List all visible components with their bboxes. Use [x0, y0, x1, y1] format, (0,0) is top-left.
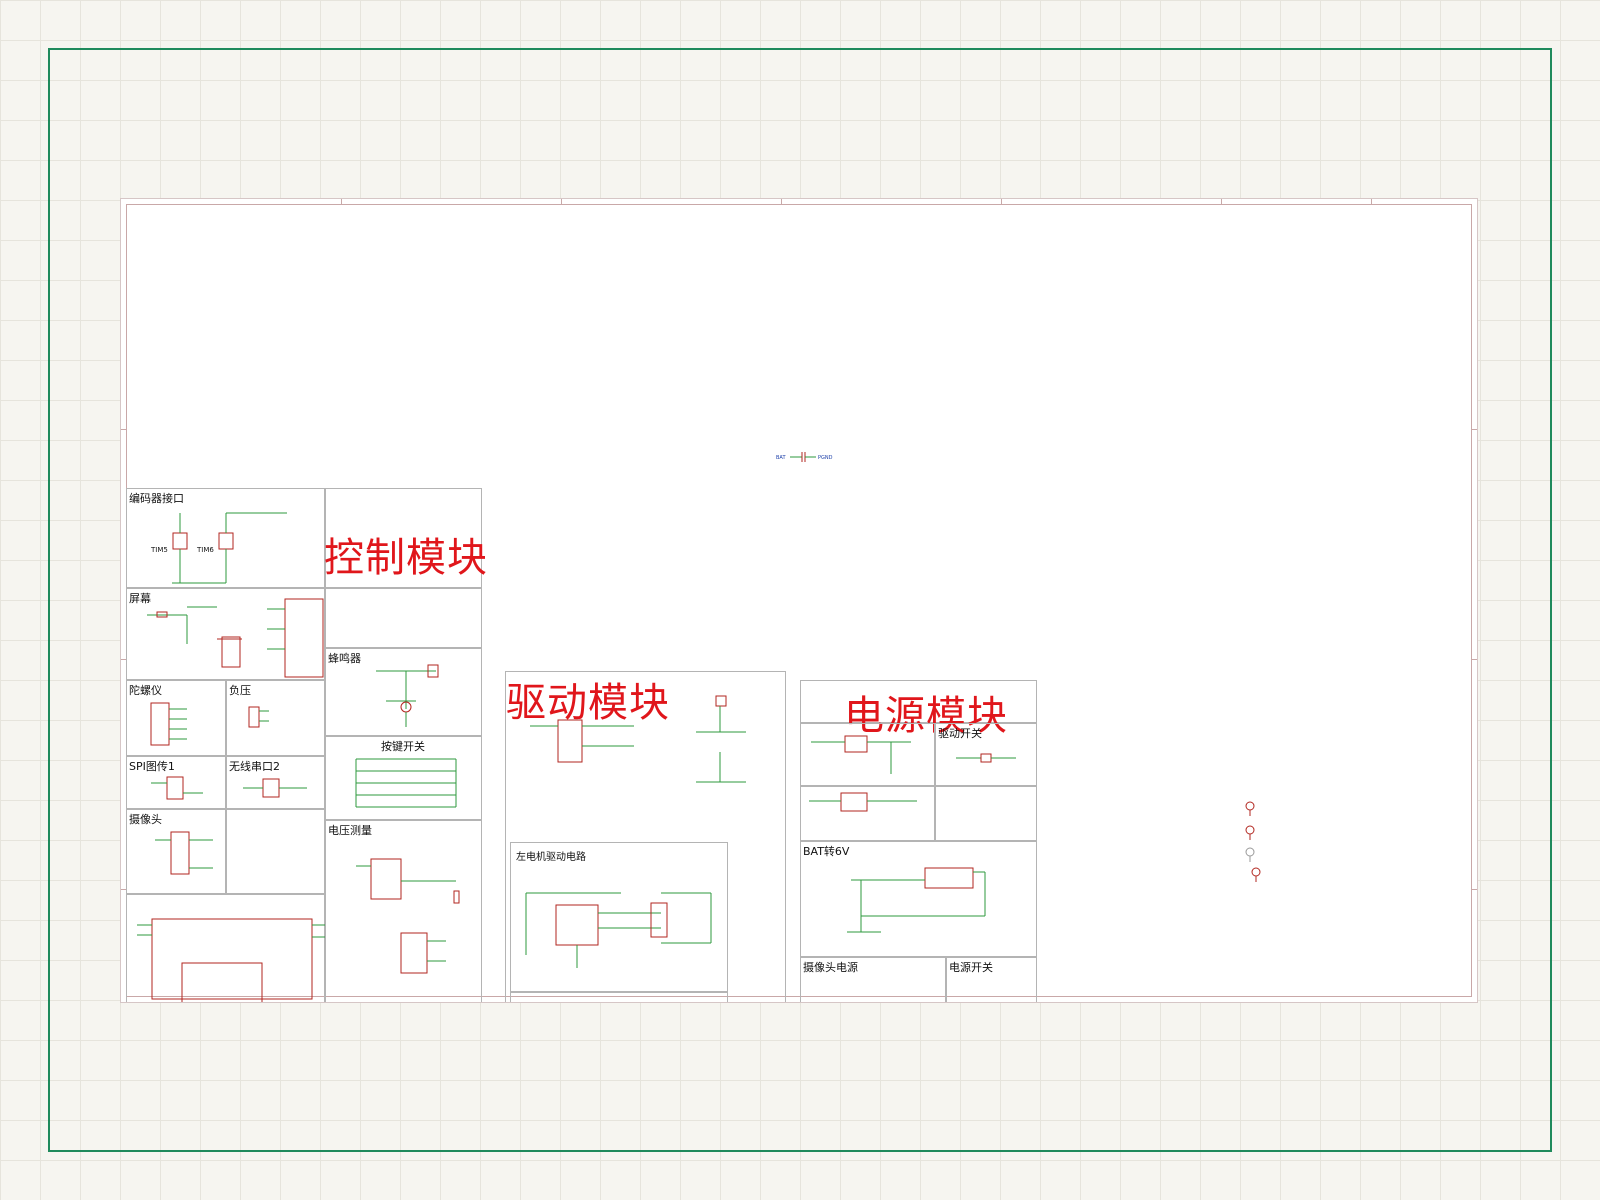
zone-tick: [1371, 199, 1372, 204]
zone-tick: [121, 429, 126, 430]
zone-tick: [341, 199, 342, 204]
panel-gyro[interactable]: 陀螺仪: [126, 680, 226, 756]
schematic-sheet[interactable]: BAT PGND 编码器接口 TIM5 TIM6 控制模块 屏幕 蜂鸣器 陀螺仪…: [120, 198, 1478, 1003]
buzzer-circuit: [376, 664, 439, 727]
bat-net-label: BAT: [776, 455, 786, 461]
panel-encoder[interactable]: 编码器接口 TIM5 TIM6: [126, 488, 325, 588]
panel-power-spare: [935, 786, 1037, 841]
spi-image-circuit: [151, 776, 203, 800]
panel-key-switch[interactable]: 按键开关: [325, 736, 482, 820]
zone-tick: [1472, 429, 1477, 430]
zone-tick: [561, 199, 562, 204]
panel-spi-image[interactable]: SPI图传1: [126, 756, 226, 809]
power-regulator-2-circuit: [809, 792, 917, 812]
panel-camera[interactable]: 摄像头: [126, 809, 226, 894]
panel-left-motor-drive[interactable]: 左电机驱动电路: [510, 842, 728, 992]
schematic-canvas[interactable]: BAT PGND 编码器接口 TIM5 TIM6 控制模块 屏幕 蜂鸣器 陀螺仪…: [0, 0, 1600, 1200]
panel-title-power-switch: 电源开关: [949, 961, 993, 974]
bat-to-6v-circuit: [847, 867, 986, 933]
camera-circuit: [155, 831, 213, 875]
voltage-measure-circuit: [356, 858, 460, 974]
zone-tick: [1221, 199, 1222, 204]
pgnd-net-label: PGND: [818, 455, 833, 461]
isolated-capacitor[interactable]: BAT PGND: [776, 446, 836, 468]
power-regulator-circuit: [811, 735, 911, 774]
mcu-circuit: [137, 918, 325, 1002]
tim6-label: TIM6: [196, 546, 214, 554]
zone-tick: [781, 199, 782, 204]
wireless-uart-circuit: [243, 778, 307, 798]
left-motor-drive-circuit: [525, 892, 712, 968]
panel-power-switch[interactable]: 电源开关: [946, 957, 1037, 1002]
panel-screen[interactable]: 屏幕: [126, 588, 325, 680]
panel-bat-to-6v[interactable]: BAT转6V: [800, 841, 1037, 957]
panel-drive-switch[interactable]: 驱动开关: [935, 723, 1037, 786]
panel-camera-spare: [226, 809, 325, 894]
panel-power-regulator-2[interactable]: [800, 786, 935, 841]
zone-tick: [1001, 199, 1002, 204]
mounting-screws: [1245, 801, 1261, 882]
tim5-label: TIM5: [150, 546, 168, 554]
panel-title-camera-power: 摄像头电源: [803, 961, 858, 974]
panel-voltage-measure[interactable]: 电压测量: [325, 820, 482, 1002]
screen-circuit: [147, 598, 324, 678]
panel-camera-power[interactable]: 摄像头电源: [800, 957, 946, 1002]
panel-drive-bottom: [510, 992, 728, 1002]
key-switch-circuit: [355, 758, 457, 808]
zone-tick: [1472, 659, 1477, 660]
panel-power-regulator[interactable]: [800, 723, 935, 786]
panel-control-spare: [325, 588, 482, 648]
panel-buzzer[interactable]: 蜂鸣器: [325, 648, 482, 736]
panel-negative-voltage[interactable]: 负压: [226, 680, 325, 756]
module-label-control: 控制模块: [324, 535, 488, 581]
panel-wireless-uart[interactable]: 无线串口2: [226, 756, 325, 809]
encoder-circuit: TIM5 TIM6: [150, 512, 287, 584]
gyro-circuit: [150, 702, 187, 746]
zone-tick: [1472, 889, 1477, 890]
panel-control-title: 控制模块: [324, 488, 487, 588]
panel-power-title: 电源模块: [800, 680, 1037, 739]
panel-mcu[interactable]: [126, 894, 325, 1002]
drive-switch-circuit: [956, 753, 1016, 763]
negative-voltage-circuit: [248, 706, 269, 728]
